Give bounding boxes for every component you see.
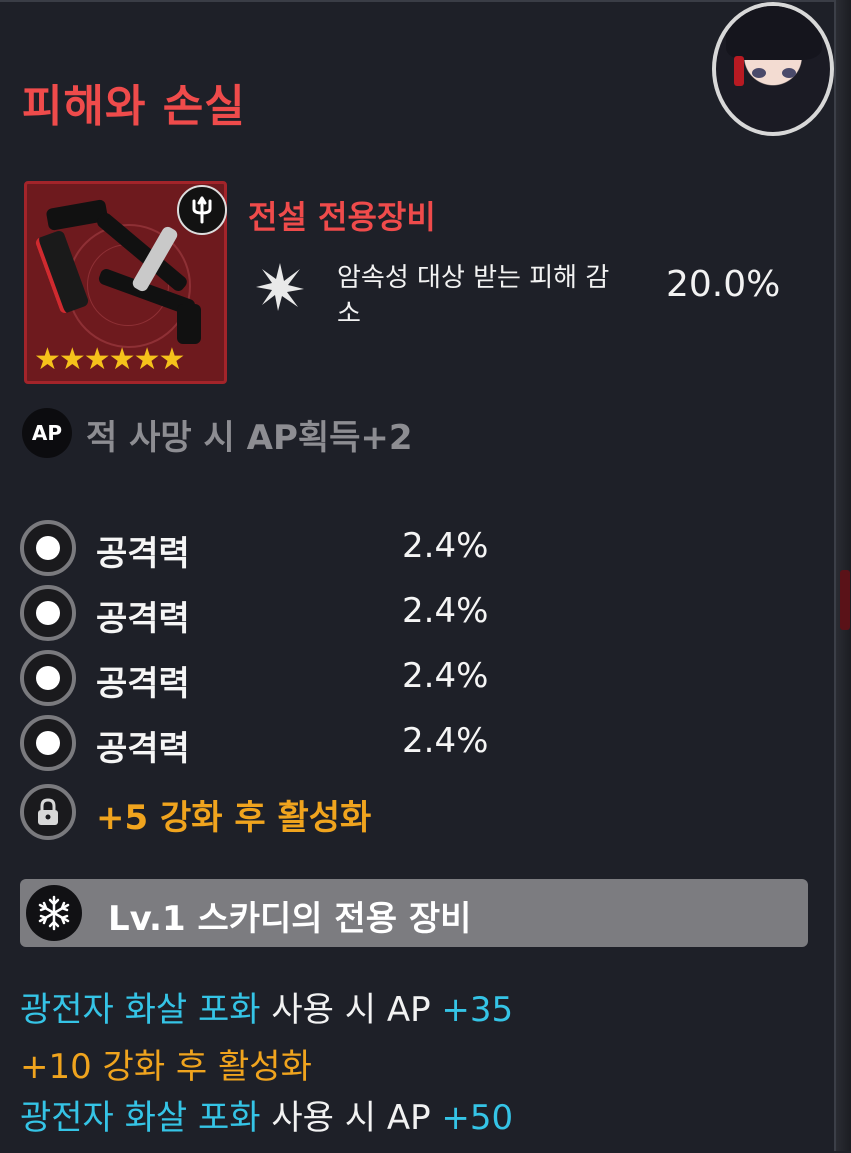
stat-name: 공격력 xyxy=(96,729,190,769)
stat-row: 공격력 2.4% xyxy=(20,520,520,576)
spark-icon xyxy=(254,261,306,313)
equipment-detail-panel: 피해와 손실 ★★★★★★ 전설 전용장비 암속성 대상 받는 피해 감소 20… xyxy=(0,0,834,1153)
stat-row: 공격력 2.4% xyxy=(20,650,520,706)
ap-bonus-text: 적 사망 시 AP획득+2 xyxy=(86,418,413,458)
skill-effect: 사용 시 AP xyxy=(260,990,442,1030)
stat-name: 공격력 xyxy=(96,664,190,704)
skill-line-2: 광전자 화살 포화 사용 시 AP +50 xyxy=(20,1090,513,1139)
scrollbar[interactable] xyxy=(834,0,851,1151)
stat-dot-icon xyxy=(20,650,76,706)
skill-bonus: +35 xyxy=(441,990,514,1030)
locked-stat-row: +5 강화 후 활성화 xyxy=(20,784,520,840)
stat-row: 공격력 2.4% xyxy=(20,585,520,641)
lock-icon xyxy=(20,784,76,840)
page-title: 피해와 손실 xyxy=(22,81,246,132)
skill-bonus: +50 xyxy=(441,1098,514,1138)
effect-label: 암속성 대상 받는 피해 감소 xyxy=(337,263,610,329)
stat-dot-icon xyxy=(20,520,76,576)
stat-name: 공격력 xyxy=(96,534,190,574)
stat-value: 2.4% xyxy=(402,526,489,566)
skill-effect: 사용 시 AP xyxy=(260,1098,442,1138)
stat-value: 2.4% xyxy=(402,591,489,631)
snowflake-icon xyxy=(26,885,82,941)
trident-icon xyxy=(177,185,227,235)
level-bar-label: Lv.1 스카디의 전용 장비 xyxy=(108,899,472,939)
stat-value: 2.4% xyxy=(402,721,489,761)
stat-dot-icon xyxy=(20,715,76,771)
ap-icon: AP xyxy=(22,408,72,458)
stat-dot-icon xyxy=(20,585,76,641)
skill-name: 광전자 화살 포화 xyxy=(20,990,261,1030)
character-avatar[interactable] xyxy=(712,2,834,136)
skill-name: 광전자 화살 포화 xyxy=(20,1098,261,1138)
stat-row: 공격력 2.4% xyxy=(20,715,520,771)
stat-value: 2.4% xyxy=(402,656,489,696)
skill-line-1: 광전자 화살 포화 사용 시 AP +35 xyxy=(20,982,513,1031)
level-bar: Lv.1 스카디의 전용 장비 xyxy=(20,879,808,947)
skill-unlock-condition: +10 강화 후 활성화 xyxy=(20,1047,312,1087)
stat-name: 공격력 xyxy=(96,599,190,639)
effect-value: 20.0% xyxy=(666,264,781,305)
unlock-condition-text: +5 강화 후 활성화 xyxy=(96,798,372,838)
star-rating: ★★★★★★ xyxy=(34,342,185,377)
item-tier-label: 전설 전용장비 xyxy=(248,198,436,236)
